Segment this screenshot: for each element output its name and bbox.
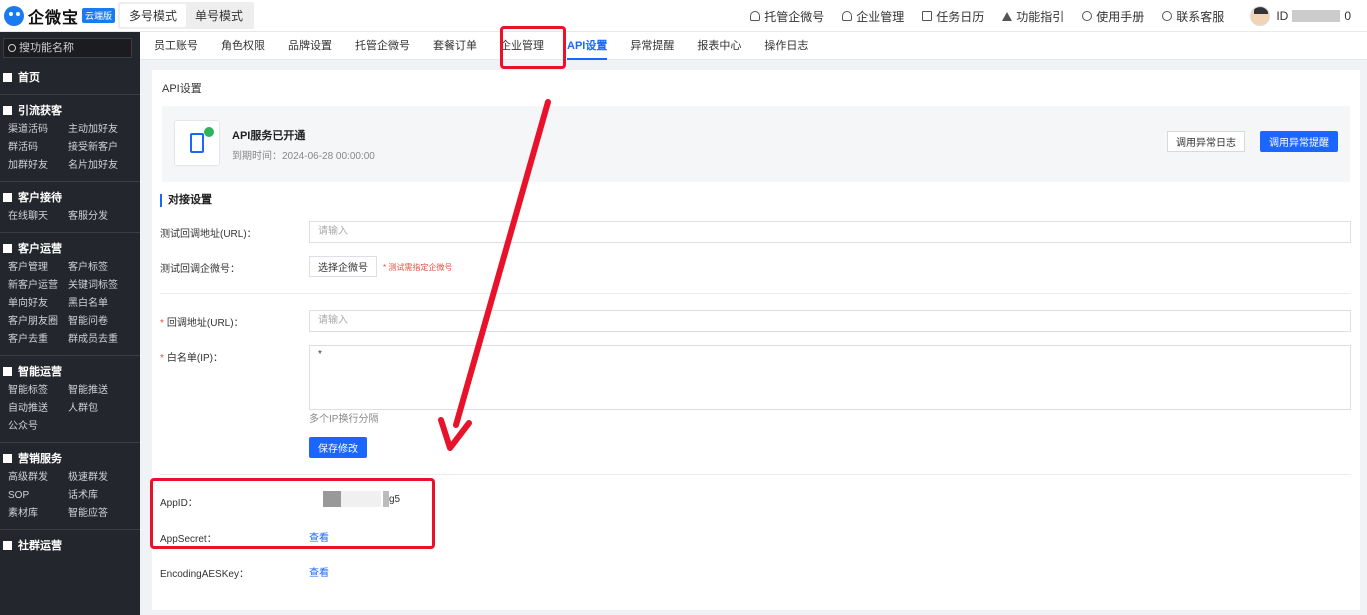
annotation-arrow bbox=[438, 99, 551, 451]
